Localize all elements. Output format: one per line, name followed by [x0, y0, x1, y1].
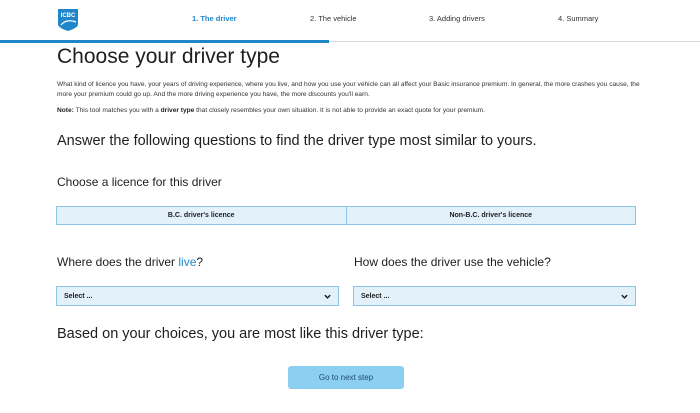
note-label: Note: [57, 107, 74, 114]
note-text-before: This tool matches you with a [73, 107, 161, 114]
progress-bar [0, 40, 329, 43]
next-step-button[interactable]: Go to next step [288, 366, 404, 389]
result-label: Based on your choices, you are most like… [57, 326, 424, 342]
live-question-before: Where does the driver [57, 255, 179, 269]
licence-toggle: B.C. driver's licence Non-B.C. driver's … [56, 206, 636, 225]
note-text: Note: This tool matches you with a drive… [57, 106, 657, 116]
live-question-after: ? [196, 255, 204, 269]
step-the-driver[interactable]: 1. The driver [192, 14, 237, 23]
step-the-vehicle[interactable]: 2. The vehicle [310, 14, 357, 23]
live-select[interactable]: Select ... [56, 286, 339, 306]
step-navigation: 1. The driver 2. The vehicle 3. Adding d… [0, 14, 700, 28]
main-question: Answer the following questions to find t… [57, 133, 537, 149]
header: ICBC 1. The driver 2. The vehicle 3. Add… [0, 0, 700, 44]
chevron-down-icon [621, 294, 628, 299]
use-question: How does the driver use the vehicle? [354, 255, 551, 269]
use-select[interactable]: Select ... [353, 286, 636, 306]
note-bold: driver type [160, 107, 195, 114]
licence-question: Choose a licence for this driver [57, 175, 222, 189]
live-select-value: Select ... [64, 292, 93, 300]
page-title: Choose your driver type [57, 45, 280, 68]
live-link[interactable]: live [178, 255, 196, 269]
bc-licence-button[interactable]: B.C. driver's licence [56, 206, 347, 225]
use-select-value: Select ... [361, 292, 390, 300]
live-question: Where does the driver live? [57, 255, 203, 269]
step-adding-drivers[interactable]: 3. Adding drivers [429, 14, 485, 23]
note-text-after: that closely resembles your own situatio… [194, 107, 485, 114]
chevron-down-icon [324, 294, 331, 299]
step-summary[interactable]: 4. Summary [558, 14, 598, 23]
non-bc-licence-button[interactable]: Non-B.C. driver's licence [345, 206, 636, 225]
intro-text: What kind of licence you have, your year… [57, 81, 640, 98]
